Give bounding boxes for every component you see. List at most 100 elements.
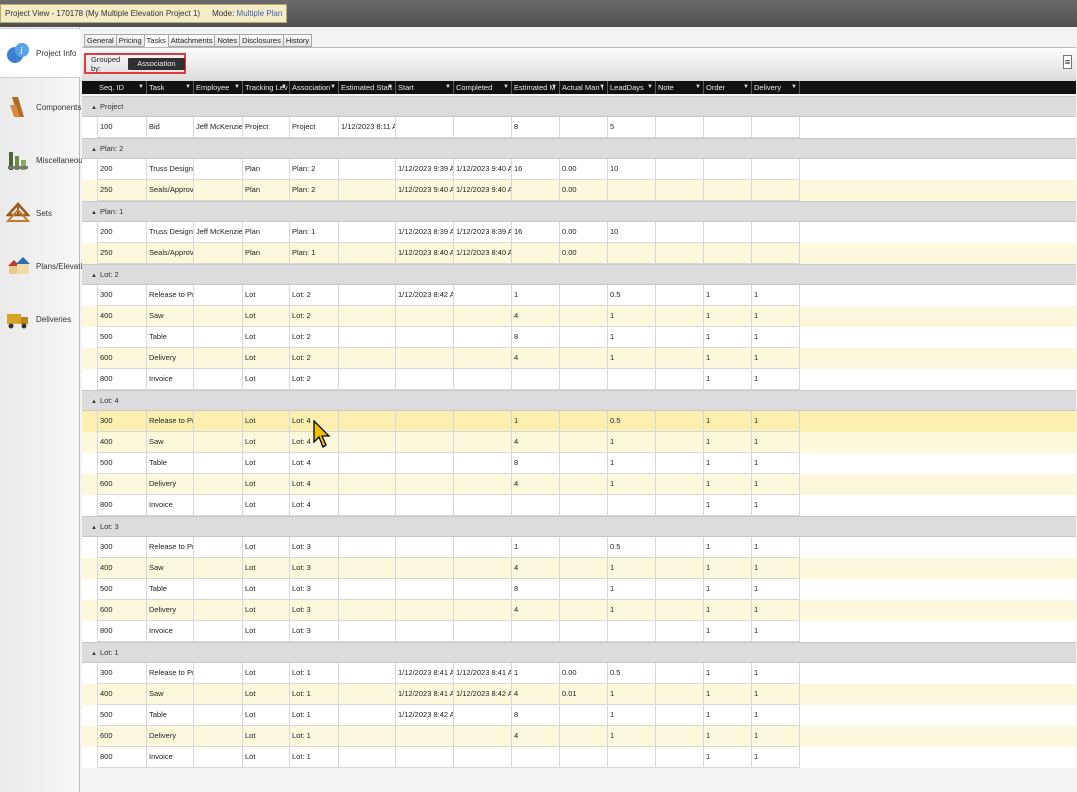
table-cell[interactable]: 1 [608,684,656,705]
table-cell[interactable]: Lot: 1 [290,747,339,768]
column-header[interactable]: Association ▼ [290,81,339,94]
table-cell[interactable] [656,474,704,495]
table-cell[interactable]: 600 [97,726,147,747]
filter-icon[interactable]: ▼ [551,81,557,94]
table-cell[interactable]: 10 [608,159,656,180]
table-row[interactable]: 100 Bid Jeff McKenzie Project Project 1/12/20… [82,117,1076,138]
table-cell[interactable]: Table [147,579,194,600]
table-cell[interactable]: 1 [752,495,800,516]
table-cell[interactable]: Lot: 2 [290,369,339,390]
table-cell[interactable]: Lot: 3 [290,537,339,558]
table-cell[interactable] [454,285,512,306]
table-cell[interactable]: 250 [97,243,147,264]
table-row[interactable]: 600 Delivery Lot Lot: 24111 [82,348,1076,369]
table-cell[interactable]: Lot: 1 [290,663,339,684]
table-cell[interactable]: 800 [97,747,147,768]
table-cell[interactable]: Lot [243,621,290,642]
column-header[interactable]: Task ▼ [147,81,194,94]
table-cell[interactable]: 250 [97,180,147,201]
table-cell[interactable]: 1 [752,705,800,726]
table-row[interactable]: 400Saw LotLot: 1 1/12/2023 8:41 AM1/12/202… [82,684,1076,705]
table-cell[interactable]: 1 [752,579,800,600]
collapse-group-icon[interactable]: ▲ [91,399,97,405]
table-cell[interactable]: 600 [97,600,147,621]
table-cell[interactable]: 1 [704,474,752,495]
table-cell[interactable]: 300 [97,411,147,432]
table-cell[interactable] [656,726,704,747]
table-cell[interactable]: Lot: 4 [290,495,339,516]
table-cell[interactable] [194,180,243,201]
table-cell[interactable]: Release to Produ [147,285,194,306]
table-cell[interactable] [752,180,800,201]
table-cell[interactable] [396,495,454,516]
table-cell[interactable]: 1 [608,432,656,453]
table-cell[interactable] [339,411,396,432]
sidebar-item-project-info[interactable]: i Project Info [0,28,80,78]
table-cell[interactable]: Lot [243,411,290,432]
table-cell[interactable]: Lot [243,474,290,495]
table-cell[interactable] [656,348,704,369]
table-row[interactable]: 300Release to ProduLotLot: 410.511 [82,411,1076,432]
table-cell[interactable]: 4 [512,726,560,747]
column-header[interactable]: Delivery ▼ [752,81,800,94]
table-cell[interactable]: 1 [704,327,752,348]
table-cell[interactable]: 1 [752,663,800,684]
table-row[interactable]: 300Release to ProduLotLot: 310.511 [82,537,1076,558]
table-cell[interactable]: Plan [243,159,290,180]
table-row[interactable]: 250Seals/Approved I PlanPlan: 1 1/12/2023 … [82,243,1076,264]
table-cell[interactable]: Project [290,117,339,138]
table-cell[interactable]: 4 [512,684,560,705]
table-cell[interactable]: 200 [97,222,147,243]
table-cell[interactable]: 1 [704,621,752,642]
filter-icon[interactable]: ▼ [234,81,240,94]
table-cell[interactable]: 1 [608,348,656,369]
table-cell[interactable]: 4 [512,600,560,621]
table-cell[interactable]: Jeff McKenzie [194,117,243,138]
table-cell[interactable] [560,747,608,768]
table-cell[interactable] [339,453,396,474]
table-cell[interactable]: Jeff McKenzie [194,222,243,243]
table-cell[interactable] [512,621,560,642]
table-cell[interactable]: Lot [243,495,290,516]
table-cell[interactable]: Lot [243,369,290,390]
table-cell[interactable] [454,747,512,768]
table-cell[interactable] [512,369,560,390]
table-cell[interactable] [339,579,396,600]
table-cell[interactable]: 800 [97,495,147,516]
table-cell[interactable] [656,705,704,726]
group-row[interactable]: ▲ Project [82,96,1076,117]
table-cell[interactable]: 1 [704,453,752,474]
table-cell[interactable] [752,243,800,264]
table-cell[interactable] [656,684,704,705]
table-cell[interactable] [339,180,396,201]
table-cell[interactable]: 1 [608,327,656,348]
group-row[interactable]: ▲ Lot: 4 [82,390,1076,411]
table-cell[interactable]: Invoice [147,495,194,516]
table-cell[interactable] [704,117,752,138]
table-cell[interactable]: 1 [752,285,800,306]
table-cell[interactable] [396,432,454,453]
table-cell[interactable] [608,621,656,642]
group-row[interactable]: ▲ Lot: 2 [82,264,1076,285]
table-cell[interactable] [194,285,243,306]
table-cell[interactable] [656,747,704,768]
table-cell[interactable] [512,495,560,516]
table-cell[interactable]: Plan: 1 [290,243,339,264]
table-cell[interactable] [194,747,243,768]
table-cell[interactable]: Table [147,705,194,726]
group-association-chip[interactable]: Association [128,57,185,70]
table-cell[interactable] [560,474,608,495]
table-cell[interactable] [194,243,243,264]
table-cell[interactable] [656,180,704,201]
table-cell[interactable]: 1 [752,432,800,453]
table-cell[interactable] [608,243,656,264]
table-cell[interactable] [704,222,752,243]
column-header[interactable]: Seq. ID ▼ [97,81,147,94]
table-cell[interactable]: 1/12/2023 8:41 AM [396,663,454,684]
table-cell[interactable] [608,180,656,201]
table-cell[interactable] [396,621,454,642]
filter-icon[interactable]: ▼ [138,81,144,94]
table-cell[interactable] [339,705,396,726]
table-cell[interactable] [339,726,396,747]
table-cell[interactable] [560,432,608,453]
